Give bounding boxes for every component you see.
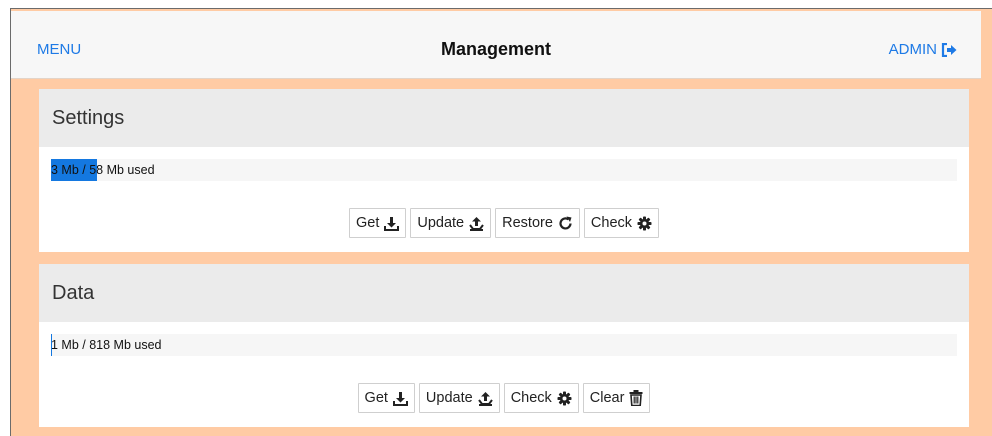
check-label: Check — [510, 390, 552, 406]
data-usage-bar: 1 Mb / 818 Mb used — [51, 334, 957, 356]
gear-icon — [637, 216, 652, 230]
update-label: Update — [425, 390, 473, 406]
page-title: Management — [440, 39, 552, 59]
update-label: Update — [417, 215, 465, 231]
restore-label: Restore — [502, 215, 553, 231]
data-panel-title: Data — [39, 264, 969, 322]
check-label: Check — [590, 215, 633, 231]
data-clear-button[interactable]: Clear — [582, 383, 651, 413]
upload-tray-icon — [477, 391, 493, 406]
settings-restore-button[interactable]: Restore — [495, 208, 580, 238]
settings-panel-title: Settings — [39, 89, 969, 147]
upload-tray-icon — [469, 216, 484, 231]
refresh-icon — [559, 216, 572, 229]
get-label: Get — [355, 215, 380, 231]
sign-out-icon — [941, 42, 957, 57]
settings-usage-text: 3 Mb / 58 Mb used — [51, 163, 155, 177]
download-icon — [392, 391, 408, 406]
download-icon — [384, 216, 400, 231]
settings-check-button[interactable]: Check — [583, 208, 660, 238]
settings-update-button[interactable]: Update — [410, 208, 492, 238]
data-usage-text: 1 Mb / 818 Mb used — [51, 338, 162, 352]
get-label: Get — [364, 390, 388, 406]
settings-actions: Get Update Restore Check — [39, 208, 969, 238]
gear-icon — [557, 391, 572, 405]
data-update-button[interactable]: Update — [418, 383, 500, 413]
top-bar: MENU Management ADMIN — [11, 11, 981, 79]
data-actions: Get Update Check Clear — [39, 383, 969, 413]
admin-user-button[interactable]: ADMIN — [889, 41, 957, 58]
trash-icon — [629, 390, 643, 406]
settings-panel: Settings 3 Mb / 58 Mb used Get Update Re… — [39, 89, 969, 252]
data-get-button[interactable]: Get — [357, 383, 415, 413]
admin-label: ADMIN — [888, 41, 937, 58]
settings-get-button[interactable]: Get — [348, 208, 407, 238]
data-check-button[interactable]: Check — [503, 383, 579, 413]
data-panel: Data 1 Mb / 818 Mb used Get Update Check — [39, 264, 969, 427]
settings-usage-bar: 3 Mb / 58 Mb used — [51, 159, 957, 181]
clear-label: Clear — [589, 390, 625, 406]
